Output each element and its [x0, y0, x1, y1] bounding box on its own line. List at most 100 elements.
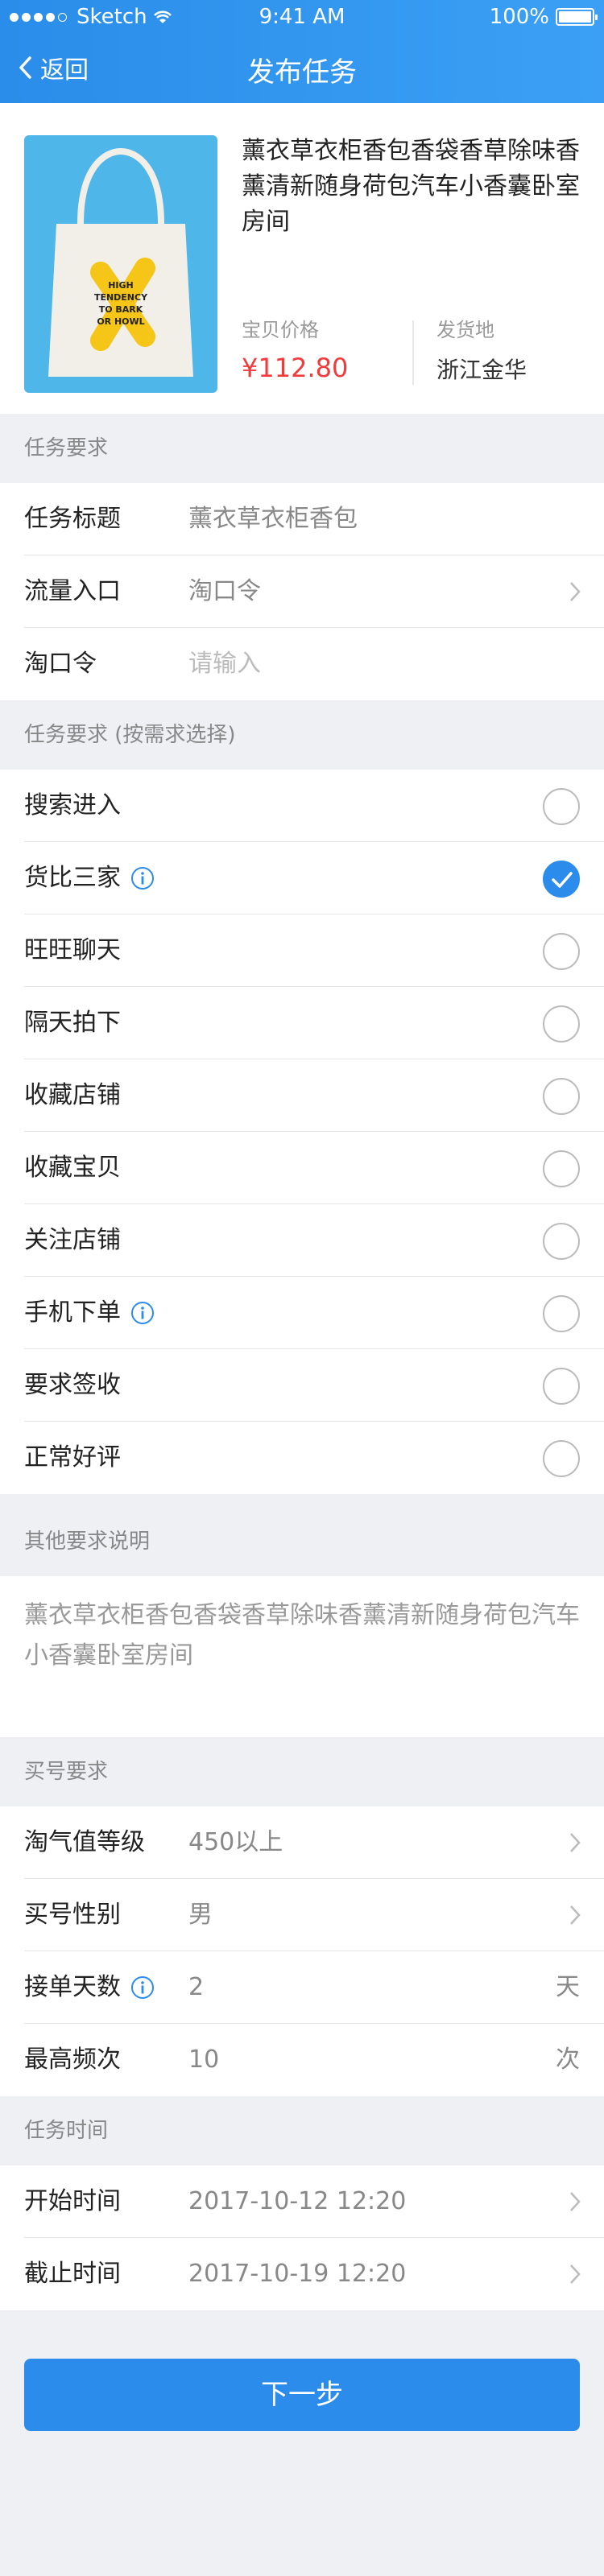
buyer-requirements-header: 买号要求 [24, 1760, 109, 1784]
requirement-option-row[interactable]: 搜索进入 [0, 770, 604, 842]
radio-icon[interactable] [543, 1150, 580, 1187]
requirement-option-row[interactable]: 关注店铺 [0, 1204, 604, 1277]
other-requirements-header: 其他要求说明 [24, 1530, 151, 1554]
requirement-option-text: 关注店铺 [24, 1226, 121, 1254]
requirement-option-text: 货比三家 [24, 864, 121, 892]
product-image: HIGH TENDENCY TO BARK OR HOWL [24, 135, 217, 393]
tote-bag-image: HIGH TENDENCY TO BARK OR HOWL [48, 147, 193, 377]
requirement-option-label: 要求签收 [24, 1349, 121, 1422]
radio-icon[interactable] [543, 1440, 580, 1477]
product-card: HIGH TENDENCY TO BARK OR HOWL 薰衣草衣柜香包香袋香… [0, 103, 604, 414]
max-frequency-label: 最高频次 [24, 2046, 121, 2074]
requirement-option-text: 旺旺聊天 [24, 936, 121, 964]
buyer-gender-label: 买号性别 [24, 1901, 121, 1929]
chevron-right-icon [570, 1905, 581, 1925]
requirement-option-row[interactable]: 隔天拍下 [0, 987, 604, 1059]
requirement-option-text: 要求签收 [24, 1371, 121, 1399]
task-title-value[interactable]: 薰衣草衣柜香包 [188, 483, 358, 555]
requirement-option-row[interactable]: 正常好评 [0, 1422, 604, 1494]
chevron-right-icon [570, 2264, 581, 2284]
chevron-right-icon [570, 2192, 581, 2211]
radio-icon[interactable] [543, 1368, 580, 1405]
order-days-label: 接单天数 [24, 1951, 155, 2024]
end-time-label: 截止时间 [24, 2260, 121, 2288]
requirement-option-row[interactable]: 手机下单 [0, 1277, 604, 1349]
taoqi-level-value: 450以上 [188, 1828, 283, 1856]
tao-password-row[interactable]: 淘口令 请输入 [0, 628, 604, 700]
bag-text-2: TENDENCY [94, 292, 148, 303]
other-requirements-text-area[interactable]: 薰衣草衣柜香包香袋香草除味香薰清新随身荷包汽车小香囊卧室房间 [0, 1576, 604, 1737]
order-days-label-text: 接单天数 [24, 1973, 121, 2001]
radio-icon[interactable] [543, 1223, 580, 1260]
start-time-row[interactable]: 开始时间 2017-10-12 12:20 [0, 2165, 604, 2238]
task-title-row[interactable]: 任务标题 薰衣草衣柜香包 [0, 483, 604, 555]
task-requirements-header: 任务要求 [24, 436, 109, 460]
requirement-option-row[interactable]: 要求签收 [0, 1349, 604, 1422]
tao-password-input[interactable]: 请输入 [188, 628, 261, 700]
requirement-option-text: 收藏宝贝 [24, 1154, 121, 1182]
requirement-option-label: 隔天拍下 [24, 987, 121, 1059]
page-title: 发布任务 [247, 56, 357, 89]
radio-icon[interactable] [543, 933, 580, 970]
start-time-value: 2017-10-12 12:20 [188, 2187, 407, 2215]
info-icon[interactable] [130, 866, 155, 890]
app-header: Sketch 9:41 AM 100% 发布任务 返回 [0, 0, 604, 103]
task-title-label: 任务标题 [24, 505, 121, 533]
max-frequency-unit: 次 [556, 2046, 580, 2074]
requirement-option-label: 正常好评 [24, 1422, 121, 1494]
end-time-value: 2017-10-19 12:20 [188, 2260, 407, 2288]
status-bar: Sketch 9:41 AM 100% [0, 0, 604, 34]
requirement-option-row[interactable]: 货比三家 [0, 842, 604, 914]
task-time-header: 任务时间 [24, 2119, 109, 2143]
requirement-option-text: 收藏店铺 [24, 1081, 121, 1109]
radio-icon[interactable] [543, 788, 580, 825]
end-time-row[interactable]: 截止时间 2017-10-19 12:20 [0, 2238, 604, 2310]
battery-percent: 100% [489, 5, 549, 29]
chevron-right-icon [570, 582, 581, 601]
nav-bar: 发布任务 返回 [0, 34, 604, 103]
other-requirements-text: 薰衣草衣柜香包香袋香草除味香薰清新随身荷包汽车小香囊卧室房间 [24, 1601, 580, 1670]
info-icon[interactable] [130, 1975, 155, 2000]
requirement-option-text: 隔天拍下 [24, 1009, 121, 1037]
max-frequency-input[interactable]: 10 [188, 2024, 219, 2096]
product-origin: 浙江金华 [436, 357, 527, 383]
origin-label: 发货地 [436, 319, 494, 341]
requirement-option-row[interactable]: 旺旺聊天 [0, 914, 604, 987]
traffic-entry-value: 淘口令 [188, 577, 261, 605]
status-right: 100% [489, 5, 598, 29]
requirement-option-label: 旺旺聊天 [24, 914, 121, 987]
requirement-option-text: 正常好评 [24, 1443, 121, 1472]
order-days-row[interactable]: 接单天数 2 天 [0, 1951, 604, 2024]
battery-icon [556, 8, 598, 26]
buyer-gender-row[interactable]: 买号性别 男 [0, 1879, 604, 1951]
traffic-entry-row[interactable]: 流量入口 淘口令 [0, 555, 604, 628]
radio-icon[interactable] [543, 1295, 580, 1332]
traffic-entry-label: 流量入口 [24, 577, 121, 605]
radio-icon[interactable] [543, 1078, 580, 1115]
taoqi-level-label: 淘气值等级 [24, 1828, 145, 1856]
chevron-left-icon [19, 56, 31, 79]
bag-text-3: TO BARK [99, 304, 143, 315]
price-label: 宝贝价格 [242, 319, 319, 341]
max-frequency-row[interactable]: 最高频次 10 次 [0, 2024, 604, 2096]
back-button[interactable]: 返回 [18, 50, 89, 85]
radio-icon[interactable] [543, 1005, 580, 1042]
checked-radio-icon[interactable] [543, 861, 580, 898]
info-icon[interactable] [130, 1301, 155, 1325]
taoqi-level-row[interactable]: 淘气值等级 450以上 [0, 1806, 604, 1879]
optional-requirements-header: 任务要求 (按需求选择) [24, 723, 236, 747]
requirement-option-row[interactable]: 收藏店铺 [0, 1059, 604, 1132]
next-step-button[interactable]: 下一步 [24, 2359, 580, 2431]
chevron-right-icon [570, 1833, 581, 1852]
requirement-option-label: 搜索进入 [24, 770, 121, 842]
product-name: 薰衣草衣柜香包香袋香草除味香薰清新随身荷包汽车小香囊卧室房间 [242, 137, 580, 236]
requirement-option-text: 搜索进入 [24, 791, 121, 819]
bag-text-4: OR HOWL [97, 316, 144, 327]
requirement-option-label: 货比三家 [24, 842, 155, 914]
requirement-option-row[interactable]: 收藏宝贝 [0, 1132, 604, 1204]
divider [412, 320, 414, 385]
requirement-option-label: 手机下单 [24, 1277, 155, 1349]
requirement-option-text: 手机下单 [24, 1298, 121, 1327]
order-days-input[interactable]: 2 [188, 1951, 204, 2024]
start-time-label: 开始时间 [24, 2187, 121, 2215]
